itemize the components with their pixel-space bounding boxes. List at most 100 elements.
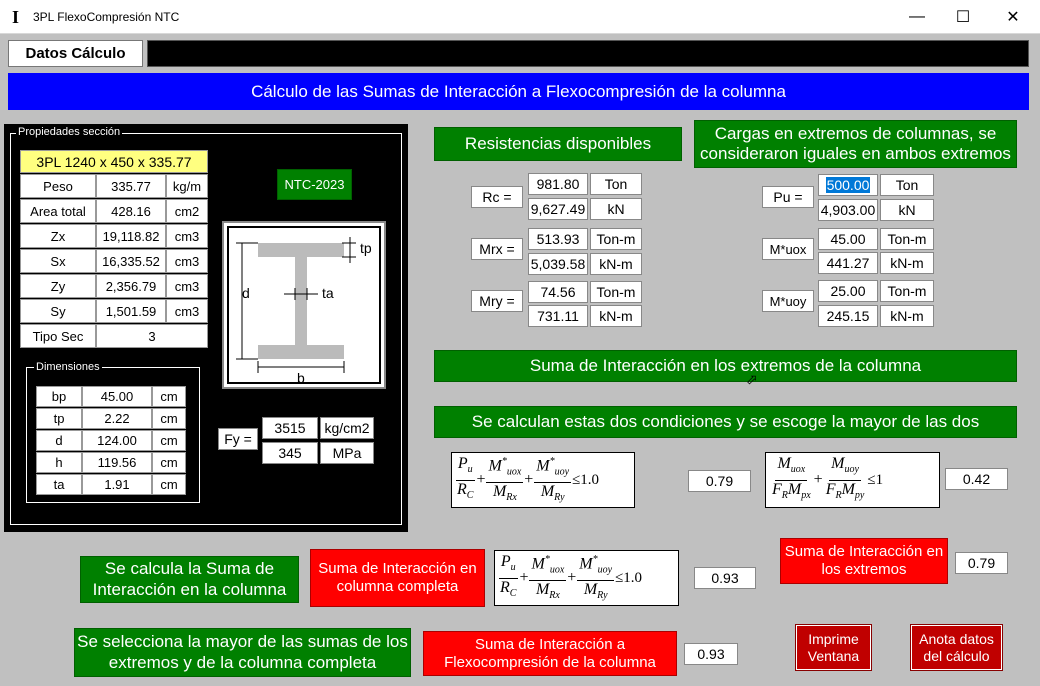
prop-unit-zx: cm3 [166,224,208,248]
mux-tm-unit: Ton-m [880,228,934,250]
rc-ton-unit: Ton [590,173,642,195]
prop-value-sx: 16,335.52 [96,249,166,273]
dim-unit-tp: cm [152,408,186,429]
prop-label-sx: Sx [20,249,96,273]
mrx-knm-unit: kN-m [590,253,642,275]
final-value[interactable]: 0.93 [684,643,738,665]
dim-unit-h: cm [152,452,186,473]
label-b: b [297,370,305,386]
pu-kn-value[interactable]: 4,903.00 [818,199,878,221]
dim-unit-ta: cm [152,474,186,495]
muy-label: M*uoy [762,290,814,312]
pu-kn-unit: kN [880,199,934,221]
section-name: 3PL 1240 x 450 x 335.77 [20,150,208,173]
mry-label: Mry = [471,290,523,312]
muy-knm-value[interactable]: 245.15 [818,305,878,327]
muy-knm-unit: kN-m [880,305,934,327]
dim-unit-bp: cm [152,386,186,407]
prop-value-zy: 2,356.79 [96,274,166,298]
mux-tm-value[interactable]: 45.00 [818,228,878,250]
notes-button[interactable]: Anota datos del cálculo [910,624,1003,671]
dim-value-tp: 2.22 [82,408,152,429]
column-red-label: Suma de Interacción en columna completa [310,549,485,607]
prop-unit-zy: cm3 [166,274,208,298]
tipo-sec-value: 3 [96,324,208,348]
print-window-button[interactable]: Imprime Ventana [795,624,872,671]
maximize-button[interactable]: ☐ [940,0,986,33]
formula-ends-2: Muox FRMpx + Muoy FRMpy ≤1 [765,452,940,508]
tab-datos-calculo[interactable]: Datos Cálculo [8,40,143,67]
prop-value-area: 428.16 [96,199,166,223]
mrx-tm-value[interactable]: 513.93 [528,228,588,250]
label-ta: ta [322,285,334,301]
dimensions-legend: Dimensiones [34,361,102,373]
muy-tm-value[interactable]: 25.00 [818,280,878,302]
pu-ton-unit: Ton [880,174,934,196]
prop-unit-area: cm2 [166,199,208,223]
ends-title: Suma de Interacción en los extremos de l… [434,350,1017,382]
mrx-tm-unit: Ton-m [590,228,642,250]
title-bar: I 3PL FlexoCompresión NTC — ☐ ✕ [0,0,1040,34]
prop-unit-sy: cm3 [166,299,208,323]
tipo-sec-label: Tipo Sec [20,324,96,348]
prop-label-zy: Zy [20,274,96,298]
prop-unit-peso: kg/m [166,174,208,198]
mry-knm-value[interactable]: 731.11 [528,305,588,327]
properties-panel: Propiedades sección 3PL 1240 x 450 x 335… [4,124,408,532]
final-label: Se selecciona la mayor de las sumas de l… [74,628,411,677]
mux-knm-unit: kN-m [880,252,934,274]
dim-unit-d: cm [152,430,186,451]
column-label: Se calcula la Suma de Interacción en la … [80,556,299,603]
fy-mpa-unit: MPa [320,442,374,464]
rc-kn-value[interactable]: 9,627.49 [528,198,588,220]
mry-tm-value[interactable]: 74.56 [528,281,588,303]
fy-kg-value[interactable]: 3515 [262,417,318,439]
rc-label: Rc = [471,186,523,208]
app-icon: I [12,7,20,27]
dim-value-bp: 45.00 [82,386,152,407]
fy-kg-unit: kg/cm2 [320,417,374,439]
prop-label-peso: Peso [20,174,96,198]
properties-legend: Propiedades sección [16,126,123,138]
loads-title: Cargas en extremos de columnas, se consi… [694,120,1017,168]
prop-label-zx: Zx [20,224,96,248]
minimize-button[interactable]: — [894,0,940,33]
formula-ends-1: Pu RC + M*uox MRx + M*uoy MRy ≤1.0 [451,452,635,508]
fy-mpa-value[interactable]: 345 [262,442,318,464]
dim-label-h: h [36,452,82,473]
ends-result-value[interactable]: 0.79 [955,552,1008,574]
mrx-label: Mrx = [471,238,523,260]
rc-kn-unit: kN [590,198,642,220]
column-value[interactable]: 0.93 [694,567,756,589]
mry-knm-unit: kN-m [590,305,642,327]
rc-ton-value[interactable]: 981.80 [528,173,588,195]
ends-value-1[interactable]: 0.79 [688,470,751,492]
fy-label: Fy = [218,428,258,450]
prop-label-area: Area total [20,199,96,223]
ends-red-label: Suma de Interacción en los extremos [780,538,948,584]
ends-value-2[interactable]: 0.42 [945,468,1008,490]
i-beam-diagram: d tp ta b [227,226,381,386]
pu-ton-value[interactable]: 500.00 [818,174,878,196]
mrx-knm-value[interactable]: 5,039.58 [528,253,588,275]
black-header-bar [147,40,1029,67]
close-button[interactable]: ✕ [990,0,1036,33]
label-d: d [242,285,250,301]
prop-value-sy: 1,501.59 [96,299,166,323]
ends-subtitle: Se calculan estas dos condiciones y se e… [434,406,1017,438]
norm-badge: NTC-2023 [277,169,352,200]
mouse-cursor: ⬀ [746,371,758,387]
mux-knm-value[interactable]: 441.27 [818,252,878,274]
dim-value-ta: 1.91 [82,474,152,495]
prop-value-zx: 19,118.82 [96,224,166,248]
formula-column: Pu RC + M*uox MRx + M*uoy MRy ≤1.0 [494,550,679,606]
dim-label-d: d [36,430,82,451]
muy-tm-unit: Ton-m [880,280,934,302]
prop-label-sy: Sy [20,299,96,323]
dim-label-ta: ta [36,474,82,495]
resist-title: Resistencias disponibles [434,127,682,161]
prop-value-peso: 335.77 [96,174,166,198]
window-title: 3PL FlexoCompresión NTC [33,10,180,24]
pu-ton-selected-text: 500.00 [825,177,871,193]
section-diagram: d tp ta b [222,221,386,389]
